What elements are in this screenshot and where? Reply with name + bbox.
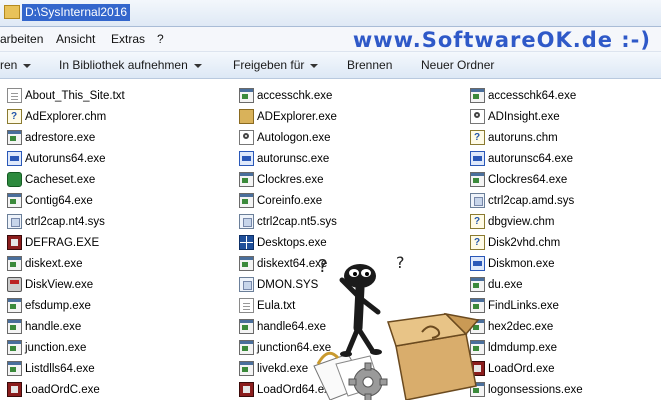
exe-file-icon xyxy=(239,361,254,376)
grid-file-icon xyxy=(239,235,254,250)
file-name: ctrl2cap.nt4.sys xyxy=(25,216,105,228)
file-name: junction.exe xyxy=(25,342,87,354)
book-file-icon xyxy=(239,109,254,124)
svg-text:?: ? xyxy=(318,256,328,277)
file-name: logonsessions.exe xyxy=(488,384,583,396)
file-name: Contig64.exe xyxy=(25,195,93,207)
exe-file-icon xyxy=(7,193,22,208)
include-in-library-button[interactable]: In Bibliothek aufnehmen xyxy=(59,58,202,72)
sys-file-icon xyxy=(239,277,254,292)
chm-file-icon xyxy=(470,128,485,148)
exe-file-icon xyxy=(7,361,22,376)
file-name: AdExplorer.chm xyxy=(25,111,107,123)
file-name: Coreinfo.exe xyxy=(257,195,323,207)
exe-file-icon xyxy=(7,130,22,145)
exe-file-icon xyxy=(7,256,22,271)
new-folder-button[interactable]: Neuer Ordner xyxy=(421,58,494,72)
file-name: ADExplorer.exe xyxy=(257,111,337,123)
disk-file-icon xyxy=(7,277,22,292)
blue-file-icon xyxy=(470,151,485,166)
file-name: autorunsc64.exe xyxy=(488,153,574,165)
organize-button[interactable]: ren xyxy=(0,58,32,72)
file-name: accesschk64.exe xyxy=(488,90,577,102)
file-name: FindLinks.exe xyxy=(488,300,559,312)
file-name: hex2dec.exe xyxy=(488,321,554,333)
share-with-button[interactable]: Freigeben für xyxy=(233,58,319,72)
file-name: Clockres.exe xyxy=(257,174,324,186)
exe-file-icon xyxy=(239,256,254,271)
command-bar: ren In Bibliothek aufnehmen Freigeben fü… xyxy=(0,52,661,79)
address-bar[interactable]: D:\SysInternal2016 xyxy=(0,0,661,27)
menu-tools[interactable]: Extras xyxy=(111,32,145,46)
exe-file-icon xyxy=(239,319,254,334)
folder-icon xyxy=(4,5,20,19)
file-name: ctrl2cap.nt5.sys xyxy=(257,216,337,228)
chm-file-icon xyxy=(470,212,485,232)
file-name: Disk2vhd.chm xyxy=(488,237,561,249)
chevron-down-icon xyxy=(193,63,202,68)
file-name: LoadOrd.exe xyxy=(488,363,555,375)
file-name: Autoruns64.exe xyxy=(25,153,106,165)
mascot-illustration: ? ? xyxy=(313,253,480,400)
exe-file-icon xyxy=(239,193,254,208)
file-name: autoruns.chm xyxy=(488,132,558,144)
txt-file-icon xyxy=(239,298,254,313)
file-name: Diskmon.exe xyxy=(488,258,555,270)
file-name: Clockres64.exe xyxy=(488,174,568,186)
red-file-icon xyxy=(7,382,22,397)
file-name: Autologon.exe xyxy=(257,132,331,144)
exe-file-icon xyxy=(7,319,22,334)
file-name: ldmdump.exe xyxy=(488,342,558,354)
file-name: Listdlls64.exe xyxy=(25,363,95,375)
chevron-down-icon xyxy=(23,63,32,68)
magn-file-icon xyxy=(239,130,254,145)
file-name: DiskView.exe xyxy=(25,279,94,291)
blue-file-icon xyxy=(7,151,22,166)
file-name: dbgview.chm xyxy=(488,216,555,228)
green-file-icon xyxy=(7,172,22,187)
file-name: ctrl2cap.amd.sys xyxy=(488,195,575,207)
file-name: accesschk.exe xyxy=(257,90,333,102)
blue-file-icon xyxy=(239,151,254,166)
chm-file-icon xyxy=(7,107,22,127)
exe-file-icon xyxy=(239,172,254,187)
file-name: handle.exe xyxy=(25,321,82,333)
svg-text:?: ? xyxy=(396,253,405,272)
burn-button[interactable]: Brennen xyxy=(347,58,392,72)
file-name: autorunsc.exe xyxy=(257,153,330,165)
file-name: LoadOrdC.exe xyxy=(25,384,100,396)
red-file-icon xyxy=(239,382,254,397)
chevron-down-icon xyxy=(310,63,319,68)
menu-view[interactable]: Ansicht xyxy=(56,32,95,46)
menu-help[interactable]: ? xyxy=(157,32,164,46)
file-name: diskext.exe xyxy=(25,258,83,270)
exe-file-icon xyxy=(7,340,22,355)
file-name: adrestore.exe xyxy=(25,132,96,144)
address-path[interactable]: D:\SysInternal2016 xyxy=(22,4,131,21)
sys-file-icon xyxy=(239,214,254,229)
txt-file-icon xyxy=(7,88,22,103)
file-name: DEFRAG.EXE xyxy=(25,237,100,249)
exe-file-icon xyxy=(470,88,485,103)
magn-file-icon xyxy=(470,109,485,124)
file-name: efsdump.exe xyxy=(25,300,91,312)
file-name: du.exe xyxy=(488,279,523,291)
exe-file-icon xyxy=(239,88,254,103)
exe-file-icon xyxy=(470,172,485,187)
exe-file-icon xyxy=(239,340,254,355)
red-file-icon xyxy=(7,235,22,250)
sys-file-icon xyxy=(470,193,485,208)
file-name: About_This_Site.txt xyxy=(25,90,125,102)
file-name: ADInsight.exe xyxy=(488,111,560,123)
file-name: Cacheset.exe xyxy=(25,174,96,186)
sys-file-icon xyxy=(7,214,22,229)
exe-file-icon xyxy=(7,298,22,313)
menu-edit[interactable]: arbeiten xyxy=(0,32,43,46)
file-name: Eula.txt xyxy=(257,300,296,312)
watermark-text: www.SoftwareOK.de :-) xyxy=(352,28,651,52)
